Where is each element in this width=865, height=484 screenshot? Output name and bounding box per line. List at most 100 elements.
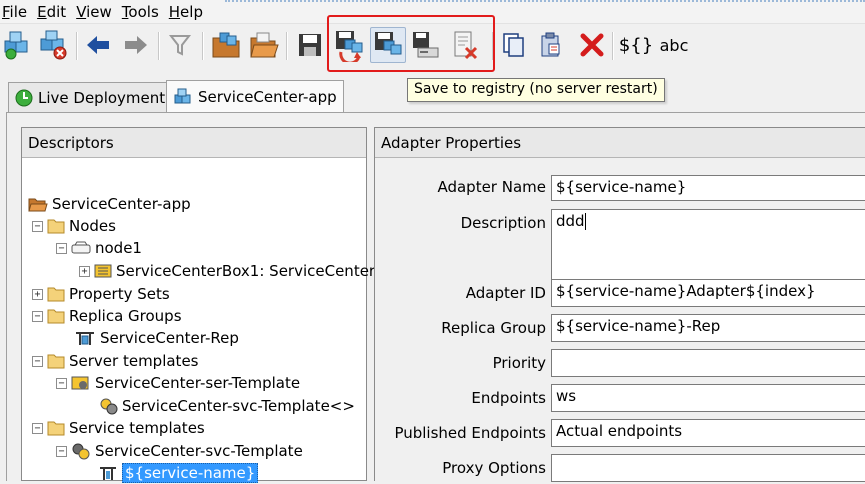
replica-group-icon (74, 330, 96, 346)
open-application-button[interactable] (246, 27, 282, 63)
floppy-disk-icon (299, 34, 321, 56)
gear-icon (71, 442, 91, 460)
tree-item-node1[interactable]: − node1 (56, 237, 142, 259)
save-button[interactable] (292, 27, 328, 63)
back-button[interactable] (80, 27, 116, 63)
tab-label: Live Deployment (38, 88, 166, 107)
tree-item-server-templates[interactable]: − Server templates (32, 350, 199, 372)
tab-live-deployment[interactable]: Live Deployment (8, 82, 173, 112)
folder-icon (47, 353, 65, 369)
description-label: Description (460, 214, 546, 232)
tree-item-label: Replica Groups (69, 307, 182, 325)
tree-item-application[interactable]: ServiceCenter-app (28, 193, 191, 215)
folder-icon (47, 308, 65, 324)
tree-item-label: Nodes (69, 217, 116, 235)
tree-item-label: node1 (95, 239, 142, 257)
adapter-id-label: Adapter ID (465, 284, 546, 302)
tab-servicecenter-app[interactable]: ServiceCenter-app (166, 80, 344, 113)
show-variables-button[interactable]: ${} (616, 27, 656, 63)
endpoints-label: Endpoints (471, 389, 546, 407)
tree-item-replica-group[interactable]: ServiceCenter-Rep (74, 327, 239, 349)
replica-group-label: Replica Group (441, 319, 546, 337)
priority-input[interactable] (551, 349, 865, 377)
abc-label: abc (659, 35, 689, 55)
proxy-options-input[interactable] (551, 454, 865, 482)
logout-button[interactable] (36, 27, 72, 63)
delete-button[interactable] (574, 27, 610, 63)
substitute-variables-button[interactable]: abc (656, 27, 692, 63)
copy-button[interactable] (496, 27, 532, 63)
collapse-icon[interactable]: − (32, 355, 43, 367)
adapter-id-input[interactable]: ${service-name}Adapter${index} (551, 279, 865, 307)
tree-item-service-templates[interactable]: − Service templates (32, 417, 205, 439)
tree-item-service-instance[interactable]: ServiceCenter-svc-Template<> (98, 395, 355, 417)
application-icon (173, 87, 193, 107)
replica-group-input[interactable]: ${service-name}-Rep (551, 314, 865, 342)
tree-item-label: Server templates (69, 352, 199, 370)
filter-button[interactable] (162, 27, 198, 63)
folder-icon (47, 286, 65, 302)
menu-edit[interactable]: Edit (37, 3, 66, 21)
paste-icon (541, 32, 560, 57)
application-folder-icon (28, 196, 48, 212)
folder-icon (47, 420, 65, 436)
expand-icon[interactable]: + (32, 288, 43, 300)
tree-item-replica-groups[interactable]: − Replica Groups (32, 305, 182, 327)
tooltip: Save to registry (no server restart) (407, 78, 665, 102)
proxy-options-label: Proxy Options (442, 459, 546, 477)
toolbar-separator (612, 32, 614, 60)
published-endpoints-label: Published Endpoints (394, 424, 546, 442)
menu-view[interactable]: View (76, 3, 112, 21)
delete-x-icon (580, 33, 604, 57)
collapse-icon[interactable]: − (56, 377, 67, 389)
menu-tools[interactable]: Tools (122, 3, 159, 21)
endpoints-input[interactable]: ws (551, 384, 865, 412)
tab-label: ServiceCenter-app (198, 88, 337, 106)
menu-file[interactable]: File (2, 3, 27, 21)
tree-item-label: ServiceCenter-Rep (100, 329, 239, 347)
collapse-icon[interactable]: − (56, 445, 67, 457)
collapse-icon[interactable]: − (32, 310, 43, 322)
node-icon (71, 241, 91, 255)
tree-item-label: Property Sets (69, 285, 170, 303)
tree-item-label: Service templates (69, 419, 205, 437)
new-application-button[interactable] (208, 27, 244, 63)
priority-label: Priority (492, 354, 546, 372)
tree-item-label: ServiceCenter-svc-Template (95, 442, 303, 460)
tree-item-property-sets[interactable]: + Property Sets (32, 283, 170, 305)
tree-item-label: ServiceCenter-app (52, 195, 191, 213)
collapse-icon[interactable]: − (32, 422, 43, 434)
paste-button[interactable] (534, 27, 570, 63)
tree-item-label: ${service-name} (122, 463, 259, 483)
tree-item-service-template[interactable]: − ServiceCenter-svc-Template (56, 440, 303, 462)
window-border (225, 0, 865, 3)
copy-icon (503, 33, 524, 57)
live-deployment-icon (15, 89, 33, 107)
expand-icon[interactable]: + (79, 265, 90, 277)
descriptors-panel: Descriptors ServiceCenter-app − Nodes − … (21, 127, 375, 483)
login-button[interactable] (0, 27, 36, 63)
arrow-right-icon (125, 36, 147, 54)
tree-item-server[interactable]: + ServiceCenterBox1: ServiceCenter (79, 260, 375, 282)
tree-item-label: ServiceCenterBox1: ServiceCenter (116, 262, 376, 280)
server-icon (94, 263, 112, 279)
toolbar-separator (76, 32, 78, 60)
description-textarea[interactable]: ddd (551, 209, 865, 283)
arrow-left-icon (87, 36, 109, 54)
tree-item-nodes[interactable]: − Nodes (32, 215, 116, 237)
gear-icon (98, 397, 118, 415)
menu-help[interactable]: Help (169, 3, 203, 21)
tree-item-server-template[interactable]: − ServiceCenter-ser-Template (56, 372, 300, 394)
adapter-name-input[interactable]: ${service-name} (551, 175, 865, 201)
toolbar-separator (286, 32, 288, 60)
descriptors-header: Descriptors (22, 128, 366, 158)
collapse-icon[interactable]: − (56, 242, 67, 254)
cubes-connect-icon (4, 31, 28, 60)
collapse-icon[interactable]: − (32, 220, 43, 232)
application-new-icon (212, 32, 240, 58)
forward-button[interactable] (118, 27, 154, 63)
highlight-box (327, 15, 495, 72)
toolbar-separator (158, 32, 160, 60)
adapter-name-label: Adapter Name (437, 178, 546, 196)
published-endpoints-select[interactable]: Actual endpoints (551, 419, 865, 447)
